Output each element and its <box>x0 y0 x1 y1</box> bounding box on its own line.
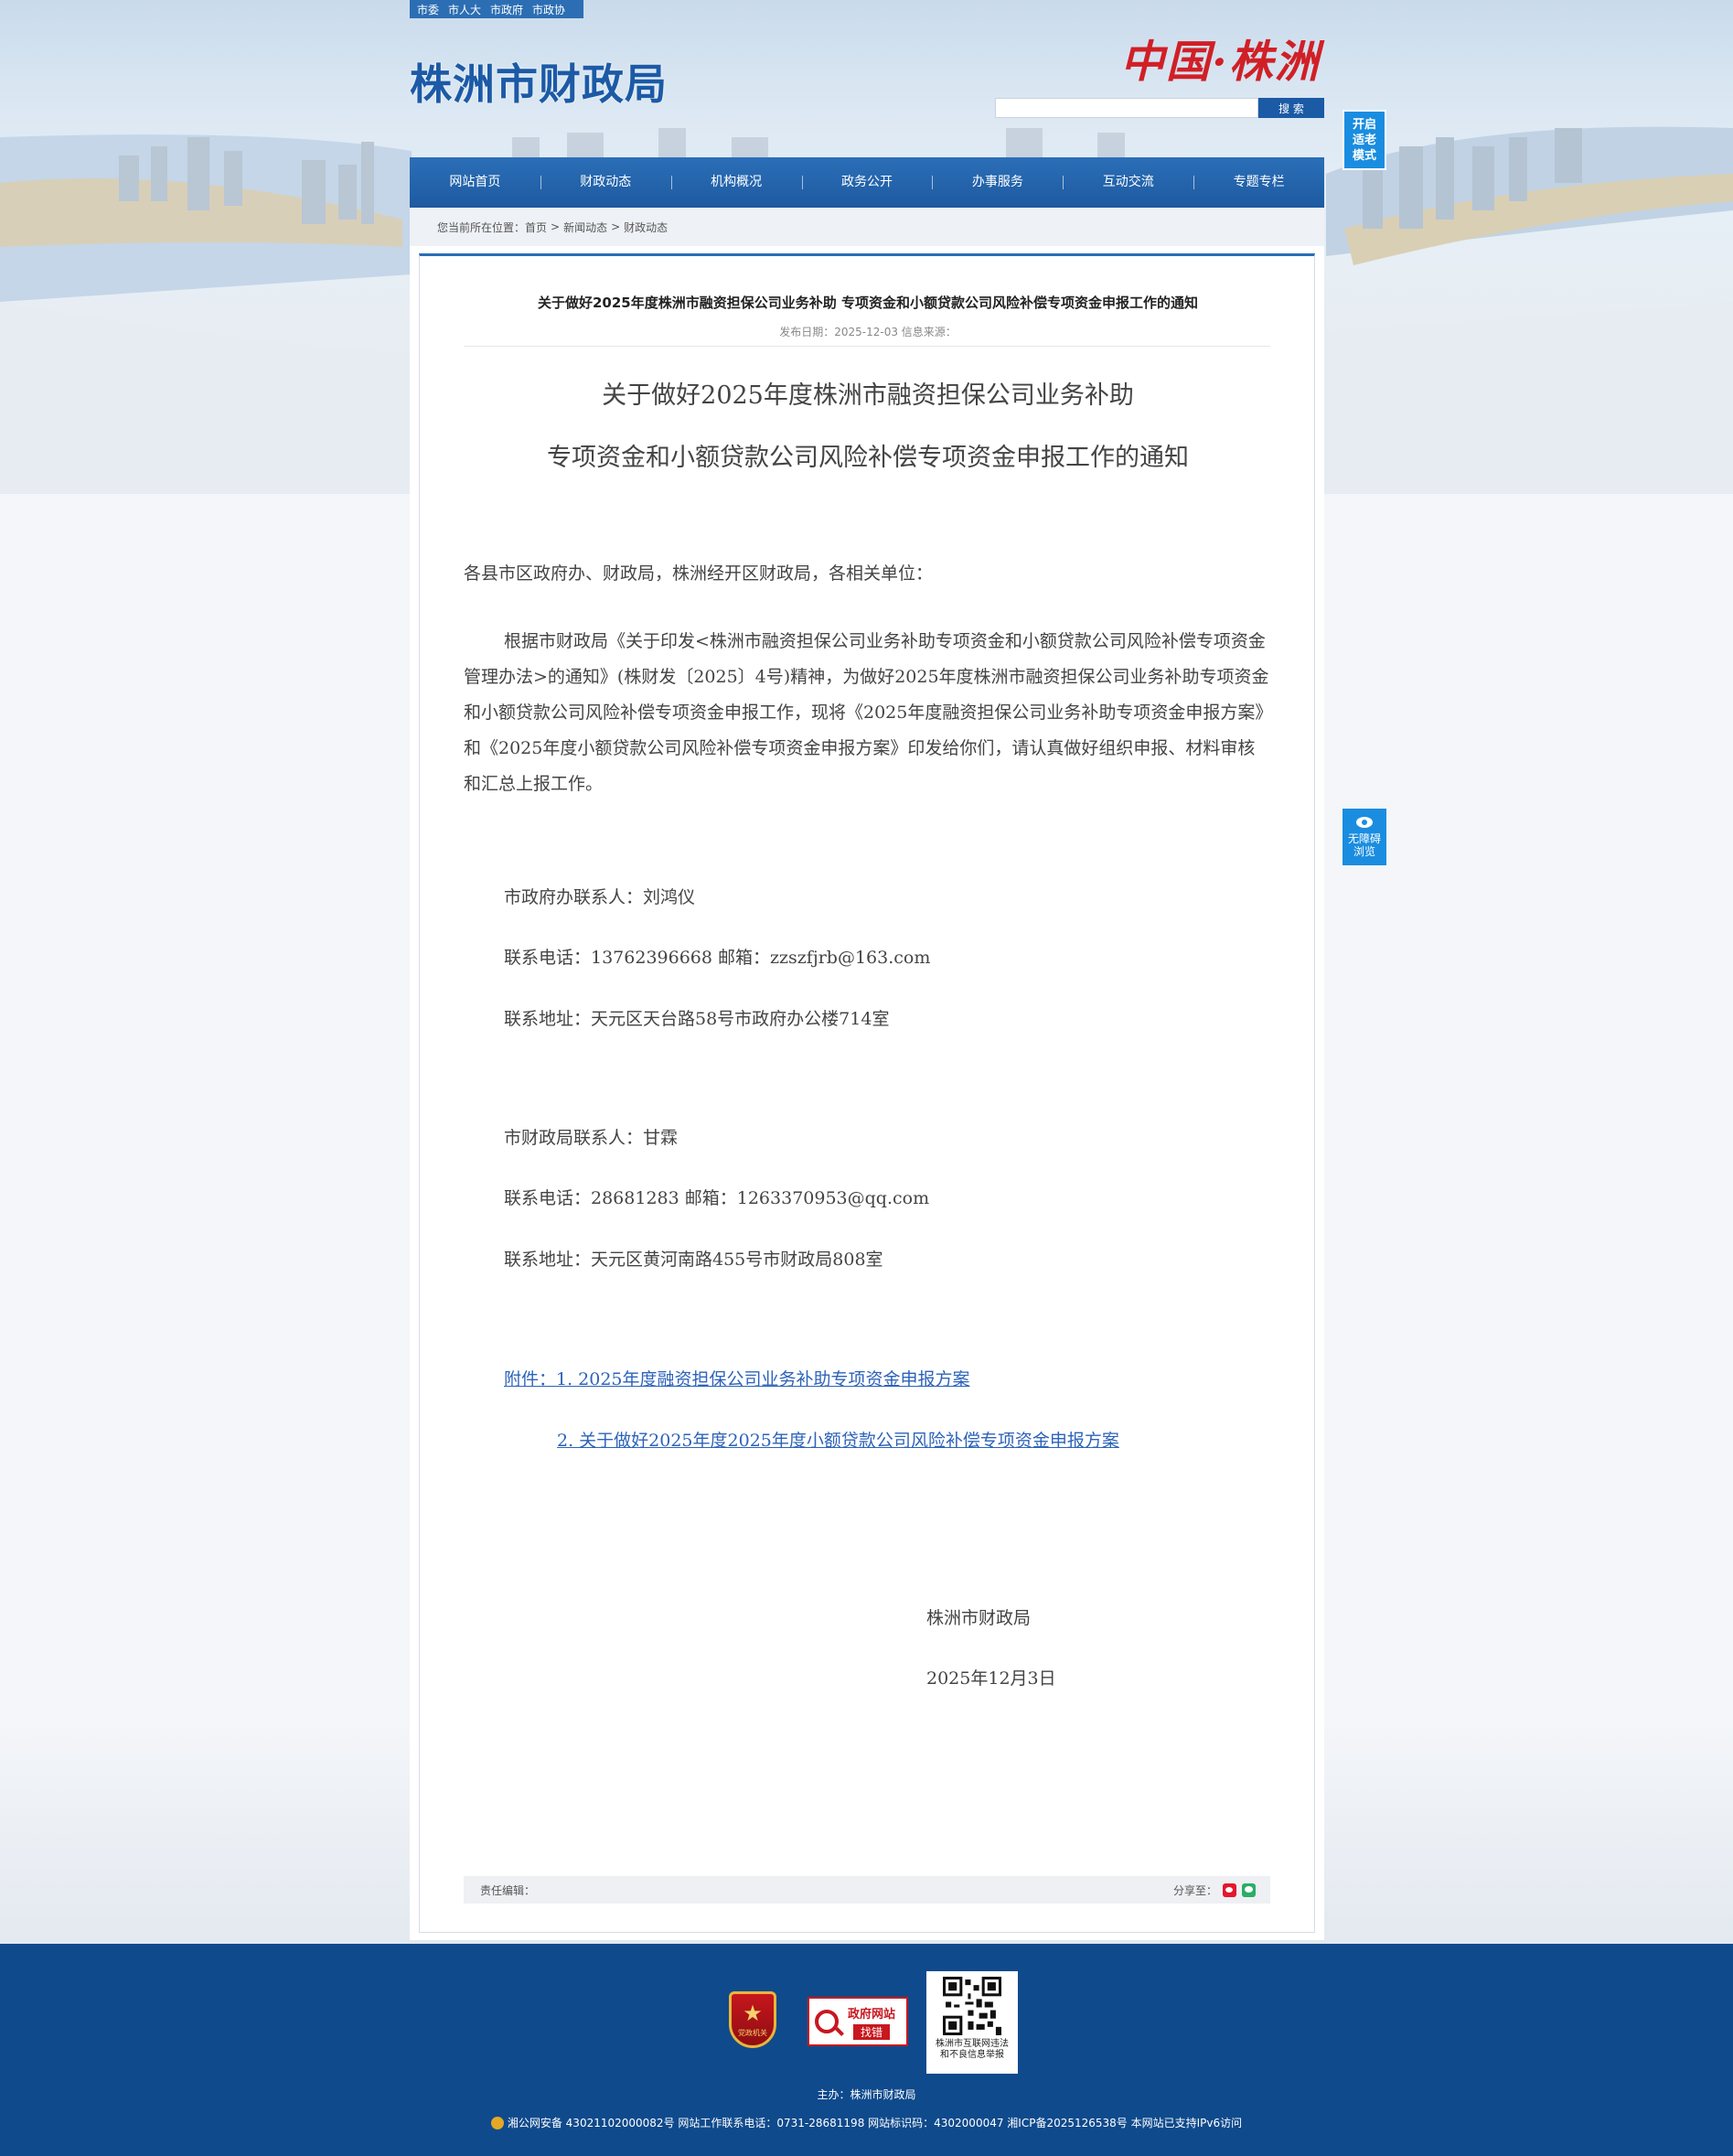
footer: ★ 党政机关 政府网站 找错 株洲市互联网违法和不良信息举报 主办：株洲市财政局 <box>0 1944 1733 2156</box>
party-badge-label: 党政机关 <box>738 2028 767 2037</box>
accessible-view-label-1: 无障碍 <box>1347 831 1381 845</box>
brand-logo: 中国·株洲 <box>1120 37 1321 88</box>
nav-home[interactable]: 网站首页 <box>410 157 540 208</box>
article-meta: 发布日期：2025-12-03 信息来源： <box>779 326 957 338</box>
footer-icp-bar: 湘公网安备 43021102000082号 网站工作联系电话：0731-2868… <box>0 2115 1733 2130</box>
contact2-name: 市财政局联系人：甘霖 <box>504 1128 679 1148</box>
nav-gov-affairs[interactable]: 政务公开 <box>801 157 933 208</box>
report-qr-box[interactable]: 株洲市互联网违法和不良信息举报 <box>926 1971 1018 2074</box>
article-body: 根据市财政局《关于印发<株洲市融资担保公司业务补助专项资金和小额贷款公司风险补偿… <box>464 631 1269 794</box>
footer-icp-text[interactable]: 湘公网安备 43021102000082号 网站工作联系电话：0731-2868… <box>508 2115 1242 2130</box>
report-error-label-2: 找错 <box>853 2023 891 2040</box>
magnifier-icon <box>815 2010 839 2033</box>
share-bar: 分享至： <box>1173 1882 1256 1898</box>
report-error-label-1: 政府网站 <box>848 2007 896 2022</box>
elder-mode-label-2: 适老 <box>1352 133 1376 147</box>
signature-organization: 株洲市财政局 <box>926 1608 1032 1628</box>
nav-special-topics[interactable]: 专题专栏 <box>1193 157 1324 208</box>
search-button[interactable]: 搜 索 <box>1258 98 1324 118</box>
breadcrumb-prefix: 您当前所在位置： <box>437 220 526 234</box>
accessible-view-button[interactable]: 无障碍 浏览 <box>1343 809 1386 865</box>
top-link-party[interactable]: 市委 <box>417 2 439 17</box>
police-badge-icon <box>490 2116 504 2129</box>
signature-date: 2025年12月3日 <box>926 1668 1056 1689</box>
emblem-icon: ★ <box>743 2000 763 2026</box>
contact1-phone: 联系电话：13762396668 邮箱：zzszfjrb@163.com <box>504 948 931 968</box>
article-header-title: 关于做好2025年度株洲市融资担保公司业务补助 专项资金和小额贷款公司风险补偿专… <box>538 295 1198 311</box>
main-nav: 网站首页 财政动态 机构概况 政务公开 办事服务 互动交流 专题专栏 <box>410 157 1324 208</box>
article-salutation: 各县市区政府办、财政局，株洲经开区财政局，各相关单位： <box>464 563 934 584</box>
elder-mode-button[interactable]: 开启 适老 模式 <box>1343 110 1386 170</box>
breadcrumb-separator: > <box>611 220 621 233</box>
search-input[interactable] <box>995 98 1258 118</box>
contact2-phone: 联系电话：28681283 邮箱：1263370953@qq.com <box>504 1188 930 1208</box>
article-container: 关于做好2025年度株洲市融资担保公司业务补助 专项资金和小额贷款公司风险补偿专… <box>419 253 1315 1933</box>
divider <box>464 346 1270 347</box>
attachment-link-1[interactable]: 附件：1. 2025年度融资担保公司业务补助专项资金申报方案 <box>504 1366 970 1390</box>
nav-organization[interactable]: 机构概况 <box>670 157 802 208</box>
nav-finance-news[interactable]: 财政动态 <box>540 157 671 208</box>
weibo-share-icon[interactable] <box>1223 1882 1236 1897</box>
share-label: 分享至： <box>1172 1883 1217 1897</box>
top-links-bar: 市委 市人大 市政府 市政协 <box>410 0 583 18</box>
footer-host: 主办：株洲市财政局 <box>817 2088 916 2101</box>
editor-bar: 责任编辑： 分享至： <box>464 1876 1270 1904</box>
contact2-address: 联系地址：天元区黄河南路455号市财政局808室 <box>504 1250 883 1270</box>
responsible-editor: 责任编辑： <box>480 1883 536 1897</box>
nav-services[interactable]: 办事服务 <box>932 157 1063 208</box>
report-error-badge[interactable]: 政府网站 找错 <box>808 1997 908 2046</box>
site-title[interactable]: 株洲市财政局 <box>410 51 668 112</box>
breadcrumb: 您当前所在位置： 首页 > 新闻动态 > 财政动态 <box>410 208 1324 246</box>
eye-icon <box>1356 816 1373 828</box>
report-error-labels: 政府网站 找错 <box>848 2004 895 2040</box>
breadcrumb-finance-news[interactable]: 财政动态 <box>624 220 668 235</box>
contact1-address: 联系地址：天元区天台路58号市政府办公楼714室 <box>504 1009 890 1029</box>
content-panel: 关于做好2025年度株洲市融资担保公司业务补助 专项资金和小额贷款公司风险补偿专… <box>410 246 1324 1940</box>
nav-interaction[interactable]: 互动交流 <box>1063 157 1193 208</box>
accessible-view-label-2: 浏览 <box>1353 844 1375 858</box>
breadcrumb-home[interactable]: 首页 <box>525 220 547 235</box>
top-link-government[interactable]: 市政府 <box>490 2 523 17</box>
top-link-congress[interactable]: 市人大 <box>448 2 481 17</box>
contact1-name: 市政府办联系人：刘鸿仪 <box>504 887 696 907</box>
breadcrumb-separator: > <box>551 220 561 233</box>
elder-mode-label-1: 开启 <box>1352 117 1376 132</box>
top-link-cppcc[interactable]: 市政协 <box>532 2 565 17</box>
wechat-share-icon[interactable] <box>1242 1882 1256 1897</box>
qr-caption: 株洲市互联网违法和不良信息举报 <box>936 2039 1009 2060</box>
article-title-line-1: 关于做好2025年度株洲市融资担保公司业务补助 <box>602 381 1134 410</box>
breadcrumb-news[interactable]: 新闻动态 <box>563 220 607 235</box>
elder-mode-label-3: 模式 <box>1352 148 1376 163</box>
qr-code-icon <box>943 1977 1001 2035</box>
attachment-link-2[interactable]: 2. 关于做好2025年度2025年度小额贷款公司风险补偿专项资金申报方案 <box>557 1427 1119 1452</box>
party-government-badge[interactable]: ★ 党政机关 <box>729 1991 776 2048</box>
article-title-line-2: 专项资金和小额贷款公司风险补偿专项资金申报工作的通知 <box>547 444 1189 472</box>
